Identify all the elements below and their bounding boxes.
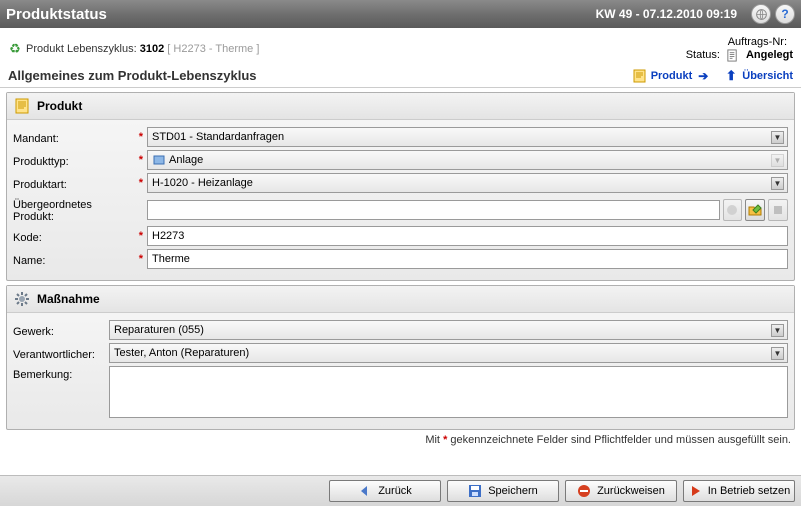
asset-icon: [152, 153, 166, 167]
commission-button[interactable]: In Betrieb setzen: [683, 480, 795, 502]
product-panel: Produkt Mandant: * STD01 - Standardanfra…: [6, 92, 795, 281]
breadcrumb-ref: [ H2273 - Therme ]: [167, 43, 259, 55]
remark-label: Bemerkung:: [13, 366, 109, 381]
chevron-down-icon: ▼: [771, 177, 784, 190]
arrow-left-icon: [358, 484, 372, 498]
save-button[interactable]: Speichern: [447, 480, 559, 502]
arrow-up-icon: ⬆: [724, 69, 738, 83]
breadcrumb-label: Produkt Lebenszyklus:: [26, 43, 137, 55]
gewerk-value: Reparaturen (055): [114, 324, 204, 336]
required-footnote: Mit * gekennzeichnete Felder sind Pflich…: [0, 430, 801, 450]
gewerk-select[interactable]: Reparaturen (055) ▼: [109, 320, 788, 340]
reject-button[interactable]: Zurückweisen: [565, 480, 677, 502]
required-marker: *: [135, 131, 143, 143]
footnote-prefix: Mit: [425, 434, 443, 446]
mandant-label: Mandant:: [13, 130, 135, 145]
reject-button-label: Zurückweisen: [597, 485, 665, 497]
header-datetime: KW 49 - 07.12.2010 09:19: [596, 7, 737, 21]
note-icon: [13, 97, 31, 115]
reject-icon: [577, 484, 591, 498]
footer-toolbar: Zurück Speichern Zurückweisen In Betrieb…: [0, 475, 801, 506]
chevron-down-icon: ▼: [771, 347, 784, 360]
required-marker: *: [135, 230, 143, 242]
product-link[interactable]: Produkt ➔: [633, 69, 711, 83]
footnote-suffix: gekennzeichnete Felder sind Pflichtfelde…: [447, 434, 791, 446]
mandant-select[interactable]: STD01 - Standardanfragen ▼: [147, 127, 788, 147]
name-input[interactable]: [147, 249, 788, 269]
status-value: Angelegt: [746, 49, 793, 61]
parent-input[interactable]: [147, 200, 720, 220]
responsible-select[interactable]: Tester, Anton (Reparaturen) ▼: [109, 343, 788, 363]
chevron-down-icon: ▼: [771, 131, 784, 144]
name-label: Name:: [13, 252, 135, 267]
action-panel: Maßnahme Gewerk: Reparaturen (055) ▼ Ver…: [6, 285, 795, 430]
produkttyp-label: Produkttyp:: [13, 153, 135, 168]
responsible-label: Verantwortlicher:: [13, 346, 109, 361]
gewerk-label: Gewerk:: [13, 323, 109, 338]
chevron-down-icon: ▼: [771, 154, 784, 167]
chevron-down-icon: ▼: [771, 324, 784, 337]
back-button-label: Zurück: [378, 485, 412, 497]
arrow-right-icon: ➔: [696, 69, 710, 83]
page-title: Produktstatus: [6, 6, 596, 23]
back-button[interactable]: Zurück: [329, 480, 441, 502]
required-marker: *: [135, 177, 143, 189]
remark-textarea[interactable]: [109, 366, 788, 418]
globe-icon[interactable]: [751, 4, 771, 24]
produktart-value: H-1020 - Heizanlage: [152, 177, 253, 189]
section-toolbar: Allgemeines zum Produkt-Lebenszyklus Pro…: [0, 64, 801, 88]
play-icon: [688, 484, 702, 498]
kode-input[interactable]: [147, 226, 788, 246]
mandant-value: STD01 - Standardanfragen: [152, 131, 284, 143]
browse-icon[interactable]: [745, 199, 765, 221]
commission-button-label: In Betrieb setzen: [708, 485, 791, 497]
lifecycle-icon: ♻: [8, 42, 22, 56]
note-icon: [633, 69, 647, 83]
produktart-label: Produktart:: [13, 176, 135, 191]
produktart-select[interactable]: H-1020 - Heizanlage ▼: [147, 173, 788, 193]
overview-link-label: Übersicht: [742, 70, 793, 82]
stop-icon: [768, 199, 788, 221]
breadcrumb: Produkt Lebenszyklus: 3102 [ H2273 - The…: [26, 43, 259, 55]
product-link-label: Produkt: [651, 70, 693, 82]
produkttyp-select: Anlage ▼: [147, 150, 788, 170]
save-button-label: Speichern: [488, 485, 538, 497]
breadcrumb-id: 3102: [140, 43, 164, 55]
clear-icon: [723, 199, 743, 221]
produkttyp-value: Anlage: [169, 154, 203, 166]
action-panel-title: Maßnahme: [37, 292, 100, 306]
order-label: Auftrags-Nr:: [728, 36, 787, 48]
help-icon[interactable]: ?: [775, 4, 795, 24]
kode-label: Kode:: [13, 229, 135, 244]
parent-label: Übergeordnetes Produkt:: [13, 196, 135, 223]
document-icon: [726, 48, 740, 62]
required-marker: *: [135, 154, 143, 166]
responsible-value: Tester, Anton (Reparaturen): [114, 347, 249, 359]
subheader: ♻ Produkt Lebenszyklus: 3102 [ H2273 - T…: [0, 28, 801, 64]
status-label: Status:: [686, 49, 720, 61]
required-marker: *: [135, 253, 143, 265]
app-header: Produktstatus KW 49 - 07.12.2010 09:19 ?: [0, 0, 801, 28]
overview-link[interactable]: ⬆ Übersicht: [724, 69, 793, 83]
section-heading: Allgemeines zum Produkt-Lebenszyklus: [8, 68, 619, 83]
gear-icon: [13, 290, 31, 308]
product-panel-title: Produkt: [37, 99, 82, 113]
save-icon: [468, 484, 482, 498]
